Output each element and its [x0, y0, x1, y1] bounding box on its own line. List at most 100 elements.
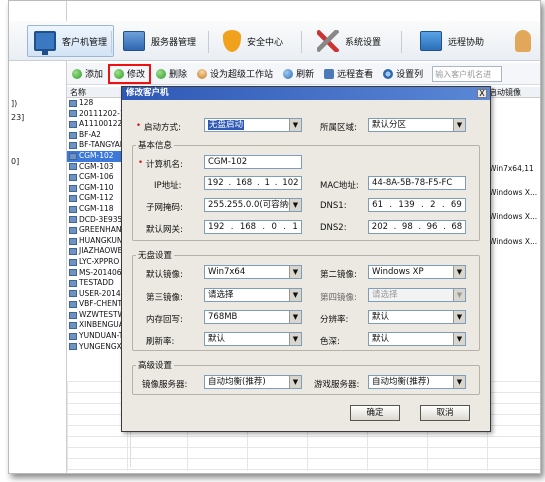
game-server-value: 自动均衡(推荐): [372, 377, 430, 387]
ip-octet: 102: [282, 178, 299, 188]
list-item-label: BF-A2: [79, 129, 101, 139]
tab-label: 客户机管理: [62, 37, 108, 48]
close-button[interactable]: X: [477, 89, 487, 98]
monitor-icon: [324, 68, 335, 79]
subnet-select[interactable]: 255.255.0.0(可容纳65 ▼: [204, 198, 302, 212]
gateway-label: 默认网关:: [146, 225, 183, 235]
ip-octet: 98: [401, 222, 413, 232]
dns1-field[interactable]: 61. 139. 2. 69: [368, 198, 466, 212]
refresh-button[interactable]: 刷新: [278, 65, 319, 83]
tab-remote-assist[interactable]: 远程协助: [414, 25, 490, 57]
cancel-button[interactable]: 取消: [420, 405, 470, 421]
boot-mode-select[interactable]: 无盘启动 ▼: [204, 118, 302, 132]
add-button[interactable]: 添加: [67, 65, 108, 83]
tab-system-settings[interactable]: 系统设置: [311, 25, 387, 57]
image-server-select[interactable]: 自动均衡(推荐) ▼: [204, 375, 302, 389]
list-item-label: XINBENGUAI: [79, 320, 127, 330]
chevron-down-icon: ▼: [289, 311, 301, 323]
ip-octet: 139: [398, 200, 415, 210]
tab-label: 系统设置: [345, 37, 382, 48]
list-item-label: 20111202-1: [79, 108, 125, 118]
chevron-down-icon: ▼: [453, 289, 465, 301]
set-columns-label: 设置列: [396, 70, 424, 80]
resolution-select[interactable]: 默认 ▼: [368, 310, 466, 324]
user-icon: [515, 30, 531, 52]
chevron-down-icon: ▼: [289, 266, 301, 278]
memory-writeback-select[interactable]: 768MB ▼: [204, 310, 302, 324]
remote-view-label: 远程查看: [337, 70, 374, 80]
computer-icon: [69, 279, 77, 287]
computer-name-label: 计算机名:: [138, 158, 183, 170]
tab-server-management[interactable]: 服务器管理: [117, 25, 202, 57]
zone-select[interactable]: 默认分区 ▼: [368, 118, 466, 132]
ip-field[interactable]: 192. 168. 1. 102: [204, 176, 302, 190]
set-columns-button[interactable]: 设置列: [378, 65, 428, 83]
list-item-label: USER-2014C: [79, 288, 126, 298]
column-header-boot-image[interactable]: 启动镜像: [487, 87, 540, 98]
color-depth-select[interactable]: 默认 ▼: [368, 332, 466, 346]
tools-icon: [317, 30, 339, 52]
computer-icon: [69, 99, 77, 107]
mac-label: MAC地址:: [320, 181, 359, 191]
computer-name-field[interactable]: CGM-102: [204, 155, 302, 169]
left-panel-text: 23]: [11, 113, 25, 122]
computer-icon: [69, 290, 77, 298]
chevron-down-icon: ▼: [453, 376, 465, 388]
edit-button[interactable]: 修改: [108, 63, 152, 84]
ok-button[interactable]: 确定: [350, 405, 400, 421]
ip-octet: 0: [271, 222, 277, 232]
default-image-select[interactable]: Win7x64 ▼: [204, 265, 302, 279]
computer-icon: [69, 142, 77, 150]
second-image-select[interactable]: Windows XP ▼: [368, 265, 466, 279]
dns2-field[interactable]: 202. 98. 96. 68: [368, 220, 466, 234]
gear-icon: [383, 68, 394, 79]
tab-client-management[interactable]: 客户机管理: [27, 25, 115, 57]
computer-icon: [69, 258, 77, 266]
chevron-down-icon: ▼: [289, 289, 301, 301]
computer-icon: [69, 343, 77, 351]
set-super-label: 设为超级工作站: [210, 70, 274, 80]
list-item-label: YUNGENGXII: [79, 341, 127, 351]
second-image-label: 第二镜像:: [320, 270, 357, 280]
boot-mode-value: 无盘启动: [208, 120, 245, 130]
app-window: ]) 23] 0] 客户机管理 服务器管理 安全中心 系统设置 远程协助 添加 …: [8, 0, 541, 474]
chevron-down-icon: ▼: [453, 266, 465, 278]
computer-icon: [69, 110, 77, 118]
tab-label: 服务器管理: [151, 37, 197, 48]
refresh-rate-label: 刷新率:: [146, 337, 175, 347]
set-super-workstation-button[interactable]: 设为超级工作站: [192, 65, 278, 83]
ip-octet: 192: [208, 222, 225, 232]
boot-image-cell: Windows X...: [489, 237, 538, 246]
diskless-heading: 无盘设置: [136, 249, 175, 261]
zone-label: 所属区域:: [320, 123, 357, 133]
ip-octet: 96: [426, 222, 438, 232]
toolbar-divider: [208, 31, 209, 53]
gateway-field[interactable]: 192. 168. 0. 1: [204, 220, 302, 234]
mac-field[interactable]: 44-8A-5B-78-F5-FC: [368, 176, 466, 190]
server-icon: [123, 31, 145, 51]
fourth-image-label: 第四镜像:: [320, 293, 357, 303]
toolbar-divider: [301, 31, 302, 53]
computer-icon: [69, 226, 77, 234]
remote-view-button[interactable]: 远程查看: [319, 65, 378, 83]
user-avatar[interactable]: [509, 25, 537, 57]
computer-icon: [69, 311, 77, 319]
list-item-label: 128: [79, 98, 94, 107]
computer-icon: [69, 163, 77, 171]
ip-octet: 168: [235, 178, 253, 188]
third-image-select[interactable]: 请选择 ▼: [204, 288, 302, 302]
tab-security-center[interactable]: 安全中心: [217, 25, 289, 57]
list-item-label: WZWTESTW: [79, 309, 126, 319]
delete-button[interactable]: 删除: [151, 65, 192, 83]
list-item-label: VBF-CHENTA: [79, 299, 127, 309]
ip-label: IP地址:: [154, 181, 182, 191]
computer-icon: [69, 205, 77, 213]
refresh-rate-select[interactable]: 默认 ▼: [204, 332, 302, 346]
dns2-label: DNS2:: [320, 223, 347, 233]
list-item-label: LYC-XPPRO: [79, 256, 120, 266]
subnet-label: 子网掩码:: [146, 203, 183, 213]
game-server-select[interactable]: 自动均衡(推荐) ▼: [368, 375, 466, 389]
third-image-value: 请选择: [208, 290, 234, 300]
fourth-image-select[interactable]: 请选择 ▼: [368, 288, 466, 302]
search-input[interactable]: 输入客户机名进: [432, 65, 503, 82]
